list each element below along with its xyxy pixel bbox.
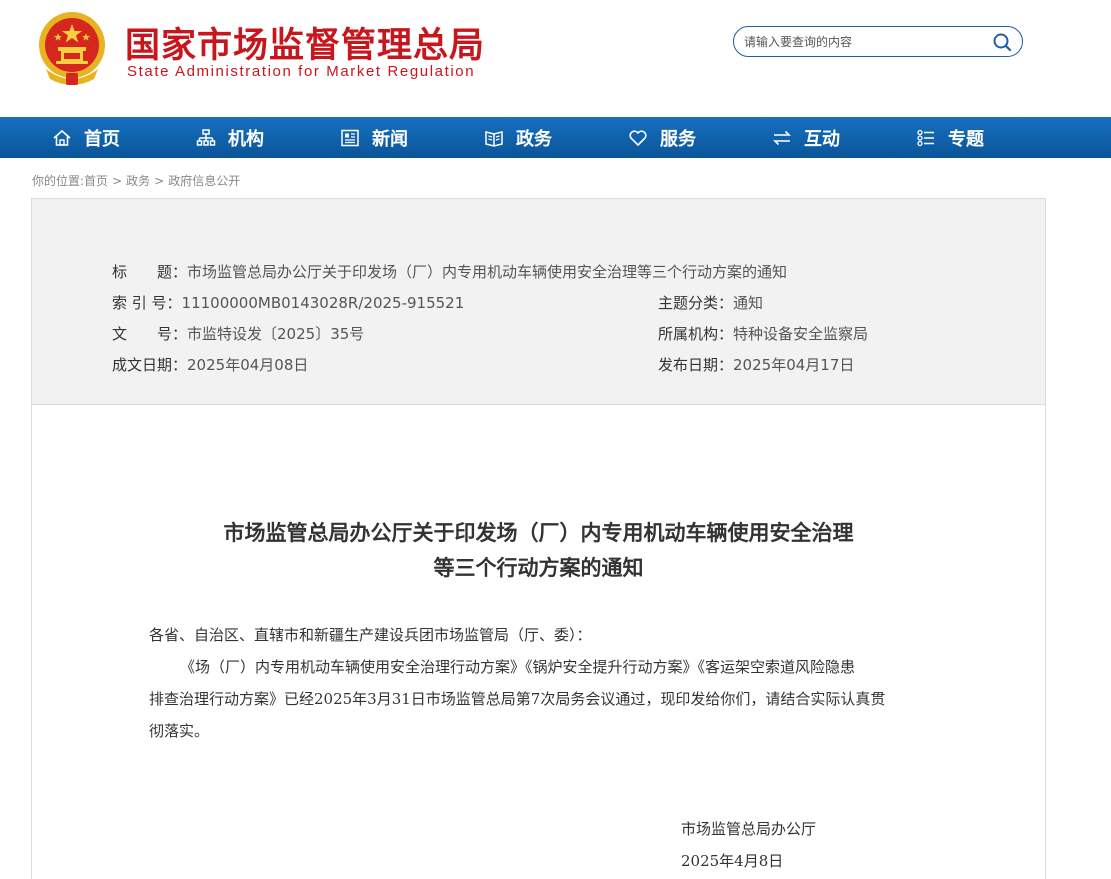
national-emblem-icon[interactable] bbox=[36, 11, 108, 87]
meta-docno: 文 号：市监特设发〔2025〕35号 bbox=[112, 323, 364, 344]
nav-item-topics[interactable]: 专题 bbox=[916, 117, 984, 158]
nav-label: 互动 bbox=[804, 128, 840, 150]
meta-value: 2025年04月08日 bbox=[187, 356, 309, 374]
signature-org: 市场监管总局办公厅 bbox=[681, 820, 817, 838]
government-book-icon bbox=[485, 130, 503, 147]
meta-value: 市监特设发〔2025〕35号 bbox=[187, 325, 365, 343]
meta-index: 索 引 号：11100000MB0143028R/2025-915521 bbox=[112, 292, 464, 313]
article-panel: 标 题：市场监管总局办公厅关于印发场（厂）内专用机动车辆使用安全治理等三个行动方… bbox=[31, 198, 1046, 879]
main-nav: 首页 机构 新闻 政务 服务 互动 专题 bbox=[0, 117, 1111, 158]
nav-label: 新闻 bbox=[372, 128, 408, 150]
meta-value: 市场监管总局办公厅关于印发场（厂）内专用机动车辆使用安全治理等三个行动方案的通知 bbox=[187, 263, 788, 281]
breadcrumb-separator: > bbox=[112, 174, 123, 188]
site-name-cn: 国家市场监督管理总局 bbox=[125, 26, 486, 66]
document-meta: 标 题：市场监管总局办公厅关于印发场（厂）内专用机动车辆使用安全治理等三个行动方… bbox=[32, 199, 1045, 405]
site-header: 国家市场监督管理总局 State Administration for Mark… bbox=[0, 0, 1111, 117]
meta-title: 标 题：市场监管总局办公厅关于印发场（厂）内专用机动车辆使用安全治理等三个行动方… bbox=[112, 261, 787, 282]
meta-value: 特种设备安全监察局 bbox=[733, 325, 869, 343]
meta-label: 主题分类： bbox=[658, 294, 734, 312]
org-chart-icon bbox=[196, 128, 216, 146]
signature-date: 2025年4月8日 bbox=[681, 852, 784, 870]
site-name-en: State Administration for Market Regulati… bbox=[127, 63, 476, 80]
nav-item-org[interactable]: 机构 bbox=[196, 117, 264, 158]
meta-label: 所属机构： bbox=[658, 325, 734, 343]
meta-value: 11100000MB0143028R/2025-915521 bbox=[181, 294, 465, 312]
topic-list-icon bbox=[917, 129, 934, 146]
nav-item-service[interactable]: 服务 bbox=[628, 117, 696, 158]
exchange-arrows-icon bbox=[773, 130, 791, 145]
breadcrumb-home[interactable]: 首页 bbox=[84, 174, 108, 188]
document-paragraph-line: 排查治理行动方案》已经2025年3月31日市场监管总局第7次局务会议通过，现印发… bbox=[149, 690, 886, 708]
newspaper-icon bbox=[341, 129, 359, 146]
heart-icon bbox=[629, 129, 647, 146]
meta-label: 文 号： bbox=[112, 325, 188, 343]
meta-org: 所属机构：特种设备安全监察局 bbox=[658, 323, 868, 344]
nav-item-home[interactable]: 首页 bbox=[52, 117, 120, 158]
document-paragraph-line: 《场（厂）内专用机动车辆使用安全治理行动方案》《锅炉安全提升行动方案》《客运架空… bbox=[180, 658, 856, 676]
nav-item-government[interactable]: 政务 bbox=[484, 117, 552, 158]
breadcrumb-separator: > bbox=[154, 174, 165, 188]
meta-created: 成文日期：2025年04月08日 bbox=[112, 354, 308, 375]
nav-label: 专题 bbox=[948, 128, 984, 150]
search-input[interactable] bbox=[744, 32, 984, 52]
search-icon[interactable] bbox=[992, 32, 1012, 52]
meta-label: 标 题： bbox=[112, 263, 188, 281]
meta-label: 索 引 号： bbox=[112, 294, 182, 312]
nav-item-news[interactable]: 新闻 bbox=[340, 117, 408, 158]
home-icon bbox=[53, 129, 71, 146]
breadcrumb-gov-info[interactable]: 政府信息公开 bbox=[168, 174, 240, 188]
document-salutation: 各省、自治区、直辖市和新疆生产建设兵团市场监管局（厅、委）： bbox=[149, 626, 592, 644]
nav-label: 机构 bbox=[228, 128, 264, 150]
nav-label: 政务 bbox=[516, 128, 552, 150]
document-paragraph-line: 彻落实。 bbox=[149, 722, 210, 740]
nav-item-interaction[interactable]: 互动 bbox=[772, 117, 840, 158]
search-box bbox=[733, 26, 1023, 57]
document-title-line2: 等三个行动方案的通知 bbox=[433, 555, 644, 580]
meta-published: 发布日期：2025年04月17日 bbox=[658, 354, 854, 375]
nav-label: 服务 bbox=[660, 128, 696, 150]
meta-category: 主题分类：通知 bbox=[658, 292, 763, 313]
meta-value: 2025年04月17日 bbox=[733, 356, 855, 374]
breadcrumb-government[interactable]: 政务 bbox=[126, 174, 150, 188]
meta-value: 通知 bbox=[733, 294, 764, 312]
nav-label: 首页 bbox=[84, 128, 120, 150]
breadcrumb-prefix: 你的位置: bbox=[32, 174, 85, 188]
document-title-line1: 市场监管总局办公厅关于印发场（厂）内专用机动车辆使用安全治理 bbox=[223, 520, 854, 545]
breadcrumb: 你的位置:首页 > 政务 > 政府信息公开 bbox=[32, 172, 240, 189]
meta-label: 发布日期： bbox=[658, 356, 734, 374]
meta-label: 成文日期： bbox=[112, 356, 188, 374]
